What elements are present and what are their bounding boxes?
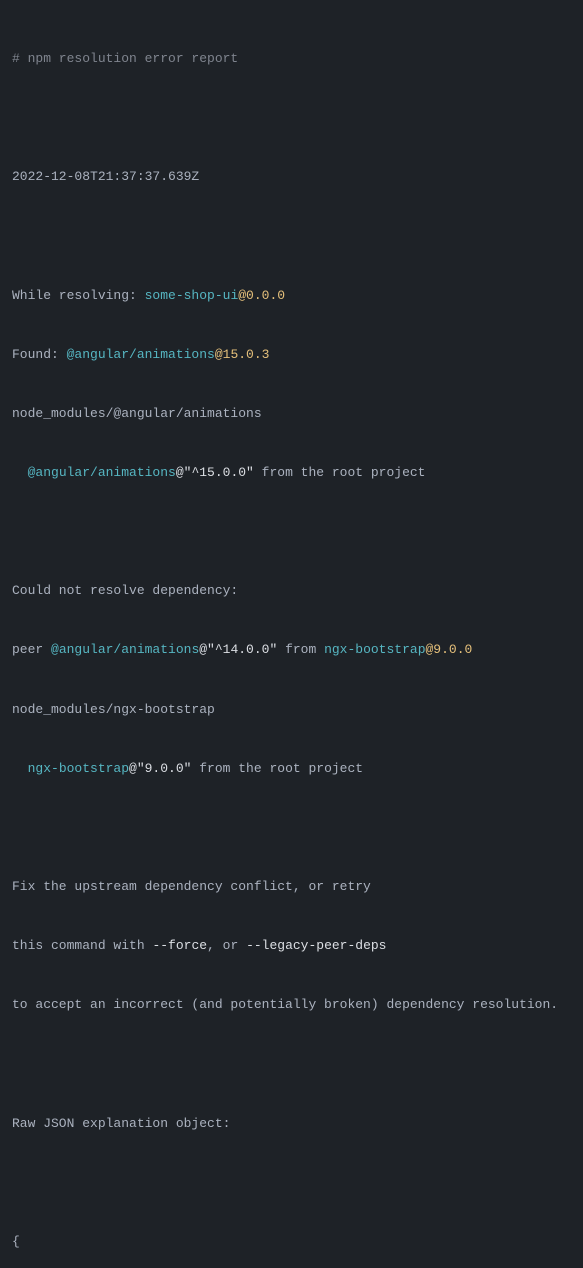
- fix-line1: Fix the upstream dependency conflict, or…: [12, 877, 571, 897]
- terminal-output: # npm resolution error report 2022-12-08…: [12, 10, 571, 1268]
- empty-line: [12, 818, 571, 838]
- empty-line: [12, 108, 571, 128]
- fix-line3: to accept an incorrect (and potentially …: [12, 995, 571, 1015]
- empty-line: [12, 1173, 571, 1193]
- raw-json-label: Raw JSON explanation object:: [12, 1114, 571, 1134]
- timestamp-line: 2022-12-08T21:37:37.639Z: [12, 167, 571, 187]
- ngx-root-line: ngx-bootstrap@"9.0.0" from the root proj…: [12, 759, 571, 779]
- could-not-line: Could not resolve dependency:: [12, 581, 571, 601]
- json-open-brace: {: [12, 1232, 571, 1252]
- empty-line: [12, 1054, 571, 1074]
- node-modules-ngx: node_modules/ngx-bootstrap: [12, 700, 571, 720]
- animations-root-line: @angular/animations@"^15.0.0" from the r…: [12, 463, 571, 483]
- found-line: Found: @angular/animations@15.0.3: [12, 345, 571, 365]
- node-modules-animations: node_modules/@angular/animations: [12, 404, 571, 424]
- while-resolving-line: While resolving: some-shop-ui@0.0.0: [12, 286, 571, 306]
- title-line: # npm resolution error report: [12, 49, 571, 69]
- empty-line: [12, 226, 571, 246]
- peer-line: peer @angular/animations@"^14.0.0" from …: [12, 640, 571, 660]
- empty-line: [12, 522, 571, 542]
- fix-line2: this command with --force, or --legacy-p…: [12, 936, 571, 956]
